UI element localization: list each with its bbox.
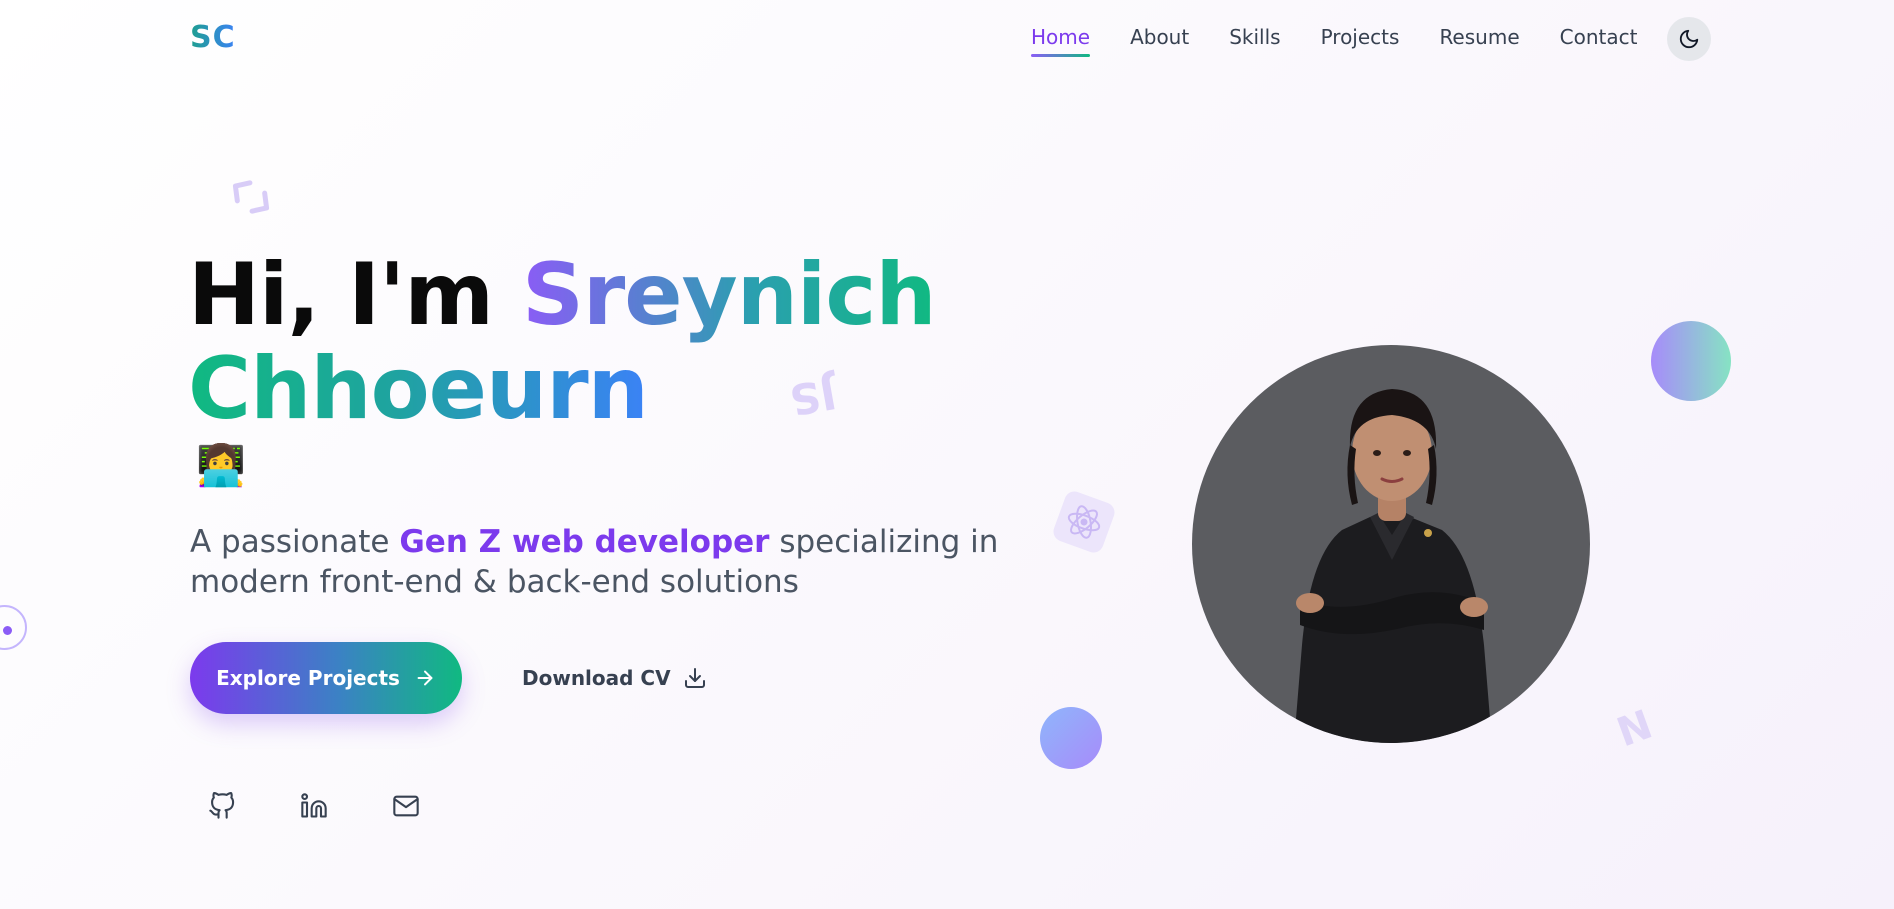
nav-link-projects[interactable]: Projects	[1321, 25, 1400, 57]
nav-link-skills[interactable]: Skills	[1229, 25, 1280, 57]
email-link[interactable]	[386, 786, 426, 826]
ring-decoration	[0, 605, 27, 650]
nav-link-resume[interactable]: Resume	[1439, 25, 1519, 57]
download-cv-label: Download CV	[522, 666, 671, 690]
react-icon	[1067, 505, 1101, 539]
hero-subtitle: A passionate Gen Z web developer special…	[190, 522, 1050, 602]
hero-last-name: Chhoeurn	[188, 339, 649, 439]
code-symbol-decoration	[232, 180, 270, 214]
linkedin-icon	[301, 793, 327, 818]
download-icon	[684, 668, 705, 688]
linkedin-link[interactable]	[294, 786, 334, 826]
subtitle-highlight: Gen Z web developer	[399, 524, 770, 560]
subtitle-pre: A passionate	[190, 524, 400, 560]
download-cv-button[interactable]: Download CV	[522, 658, 707, 698]
site-logo[interactable]: SC	[190, 20, 236, 55]
explore-projects-label: Explore Projects	[216, 666, 400, 690]
mail-icon	[393, 795, 419, 817]
explore-projects-button[interactable]: Explore Projects	[190, 642, 462, 714]
github-link[interactable]	[202, 786, 242, 826]
github-icon	[209, 792, 235, 819]
n-decoration: N	[1611, 701, 1659, 757]
theme-toggle-button[interactable]	[1667, 17, 1711, 61]
person-silhouette	[1294, 389, 1492, 743]
nav-links: Home About Skills Projects Resume Contac…	[1031, 25, 1637, 57]
nav-link-about[interactable]: About	[1130, 25, 1189, 57]
nav-link-home[interactable]: Home	[1031, 25, 1091, 57]
gradient-orb-bottom	[1040, 707, 1102, 769]
gradient-orb-right	[1651, 321, 1731, 401]
arrow-right-icon	[417, 670, 433, 686]
react-decoration	[1050, 488, 1118, 556]
hero-greeting: Hi, I'm	[188, 245, 522, 345]
hero-heading: Hi, I'm Sreynich Chhoeurn	[188, 245, 937, 439]
profile-photo	[1192, 345, 1590, 743]
developer-emoji: 👩‍💻	[196, 443, 246, 489]
hero-first-name: Sreynich	[521, 245, 937, 345]
moon-icon	[1679, 29, 1699, 49]
top-navigation: SC Home About Skills Projects Resume Con…	[0, 0, 1894, 78]
nav-link-contact[interactable]: Contact	[1560, 25, 1638, 57]
